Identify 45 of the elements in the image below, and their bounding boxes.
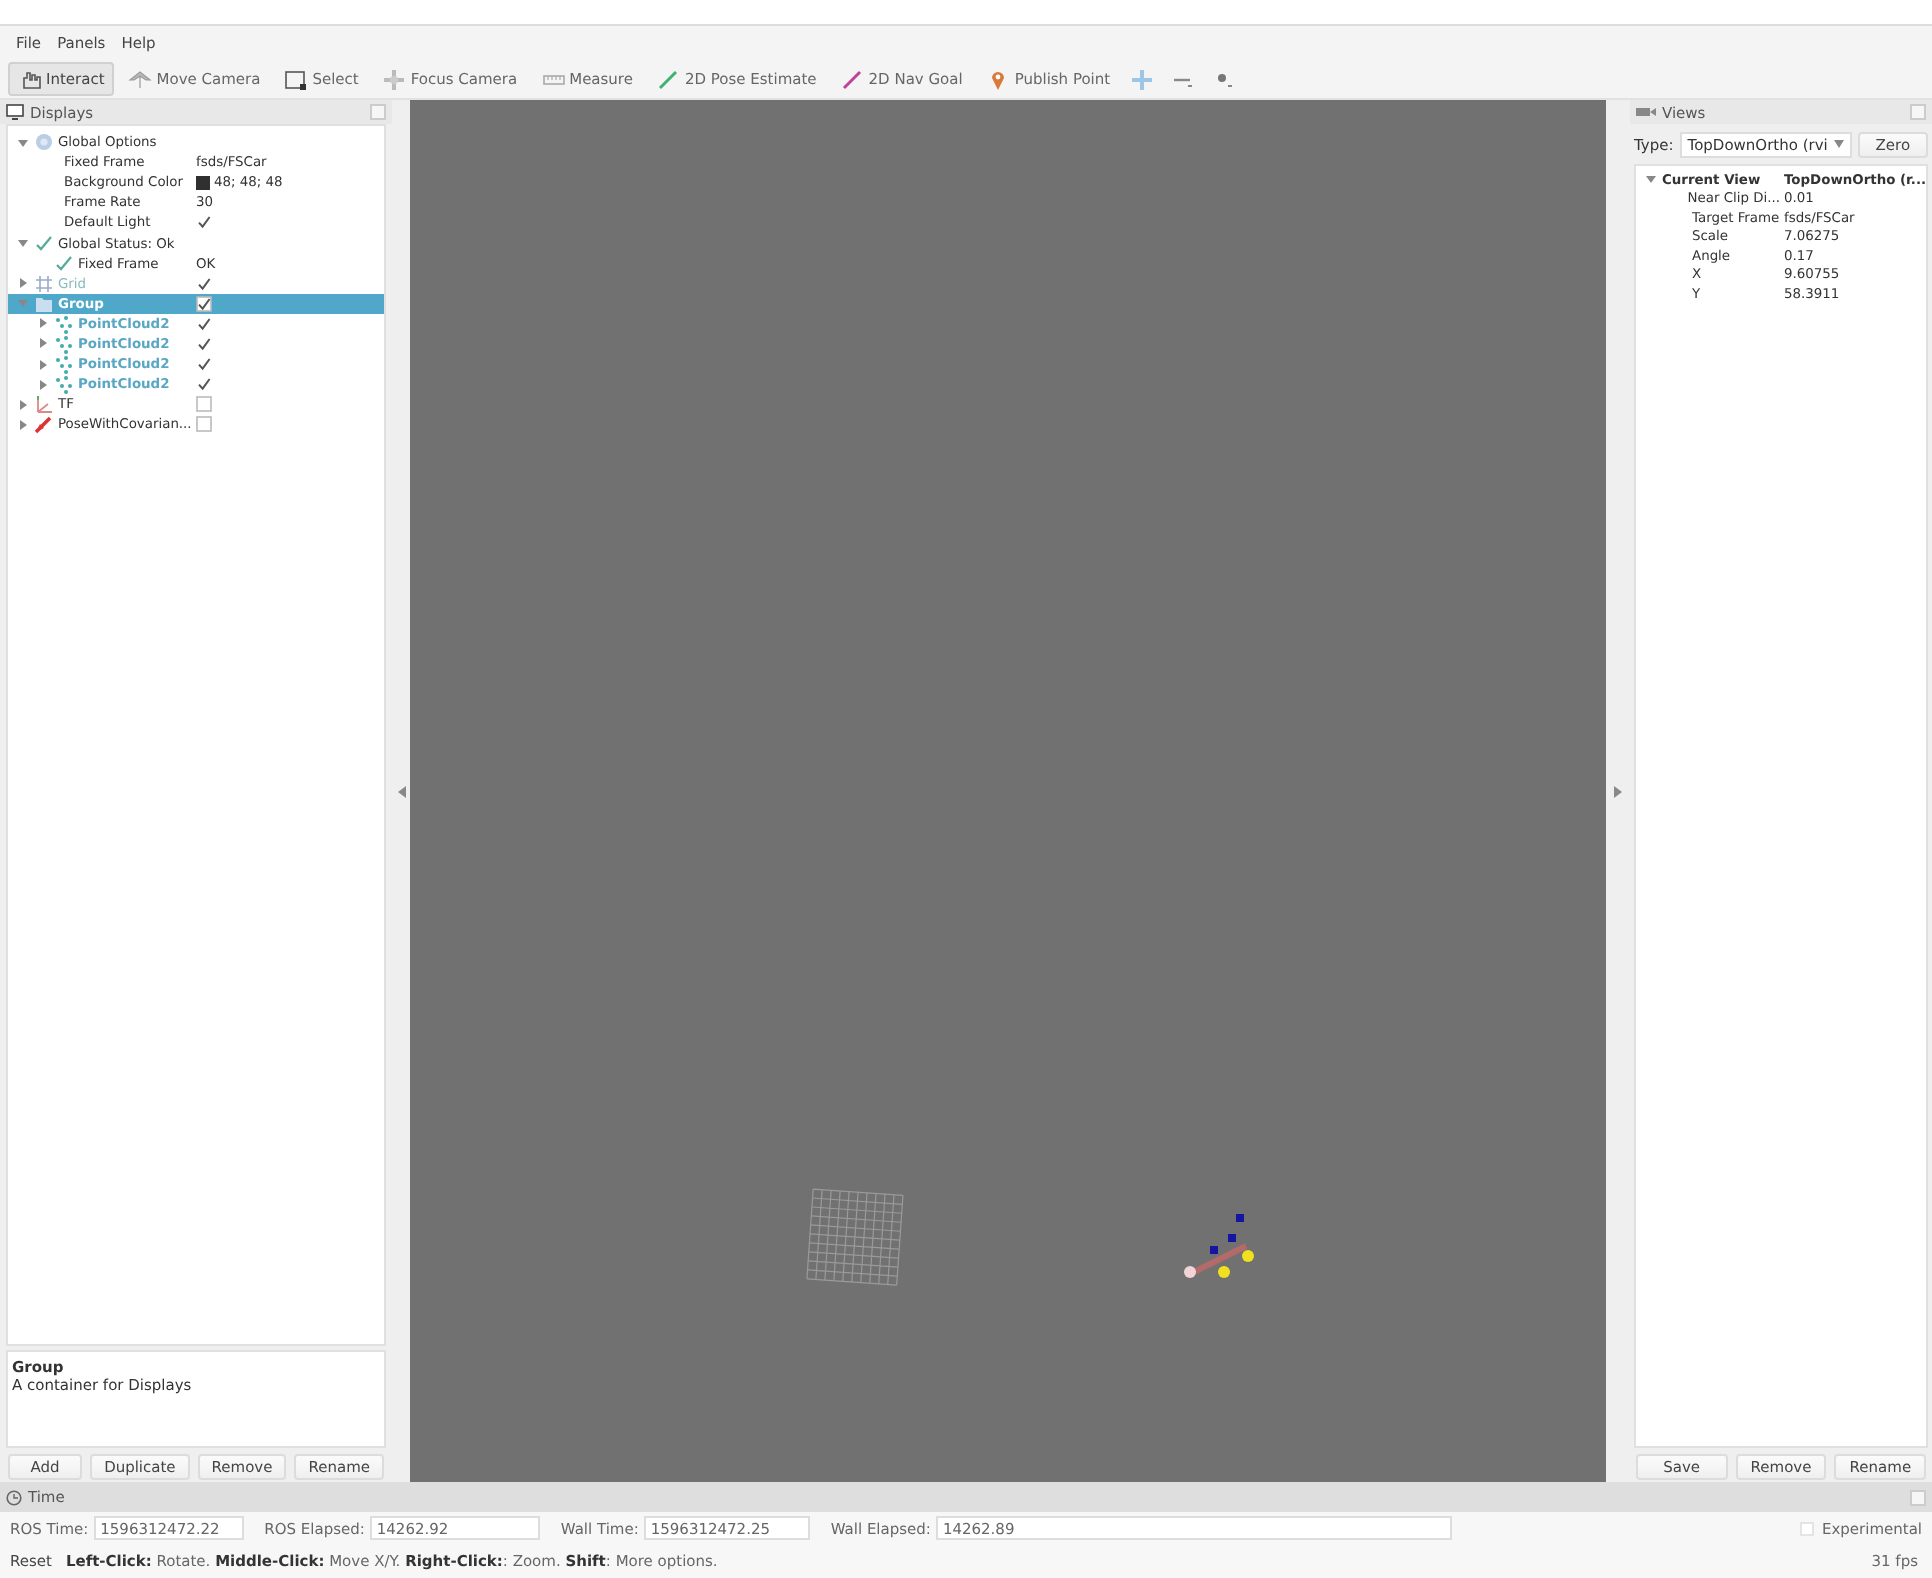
grid-drawing [806, 1188, 904, 1286]
collapse-arrow-icon[interactable] [18, 238, 28, 249]
camera-icon [1636, 106, 1656, 118]
clock-icon [6, 1489, 22, 1505]
move-tool-icon [128, 67, 153, 91]
folder-icon [34, 293, 54, 314]
expand-arrow-icon[interactable] [38, 359, 48, 370]
grid-icon [34, 273, 54, 294]
check-icon [34, 233, 54, 254]
point-cloud-drawing [1184, 1214, 1254, 1278]
checkbox[interactable] [196, 396, 212, 413]
collapse-arrow-icon[interactable] [18, 137, 28, 148]
monitor-icon [6, 104, 24, 120]
axes-icon [34, 394, 54, 415]
caret-icon [1833, 140, 1844, 148]
checkbox[interactable] [196, 356, 212, 373]
point-cloud-icon [54, 313, 74, 334]
expand-arrow-icon[interactable] [18, 419, 28, 430]
point-cloud-icon [54, 354, 74, 375]
focus-tool-icon [382, 67, 407, 91]
expand-arrow-icon[interactable] [38, 338, 48, 349]
checkbox[interactable] [196, 295, 212, 312]
color-swatch [196, 175, 210, 190]
select-tool-icon [284, 67, 309, 91]
point-cloud-icon [54, 374, 74, 395]
checkbox[interactable] [196, 214, 212, 231]
globe-icon [34, 132, 54, 153]
collapse-arrow-icon[interactable] [1646, 174, 1656, 185]
checkbox[interactable] [196, 416, 212, 433]
checkbox[interactable] [196, 315, 212, 332]
expand-arrow-icon[interactable] [18, 399, 28, 410]
expand-arrow-icon[interactable] [38, 379, 48, 390]
goal-tool-icon [840, 67, 865, 91]
checkbox[interactable] [196, 275, 212, 292]
collapse-arrow-icon [1614, 785, 1622, 797]
checkbox[interactable] [196, 335, 212, 352]
expand-arrow-icon[interactable] [38, 318, 48, 329]
collapse-arrow-icon [397, 785, 405, 797]
arrow-icon [34, 414, 54, 435]
checkbox[interactable] [196, 376, 212, 393]
check-icon [54, 253, 74, 274]
pose-tool-icon [656, 67, 681, 91]
interact-tool-icon [18, 67, 42, 91]
point-cloud-icon [54, 333, 74, 354]
expand-arrow-icon[interactable] [18, 278, 28, 289]
